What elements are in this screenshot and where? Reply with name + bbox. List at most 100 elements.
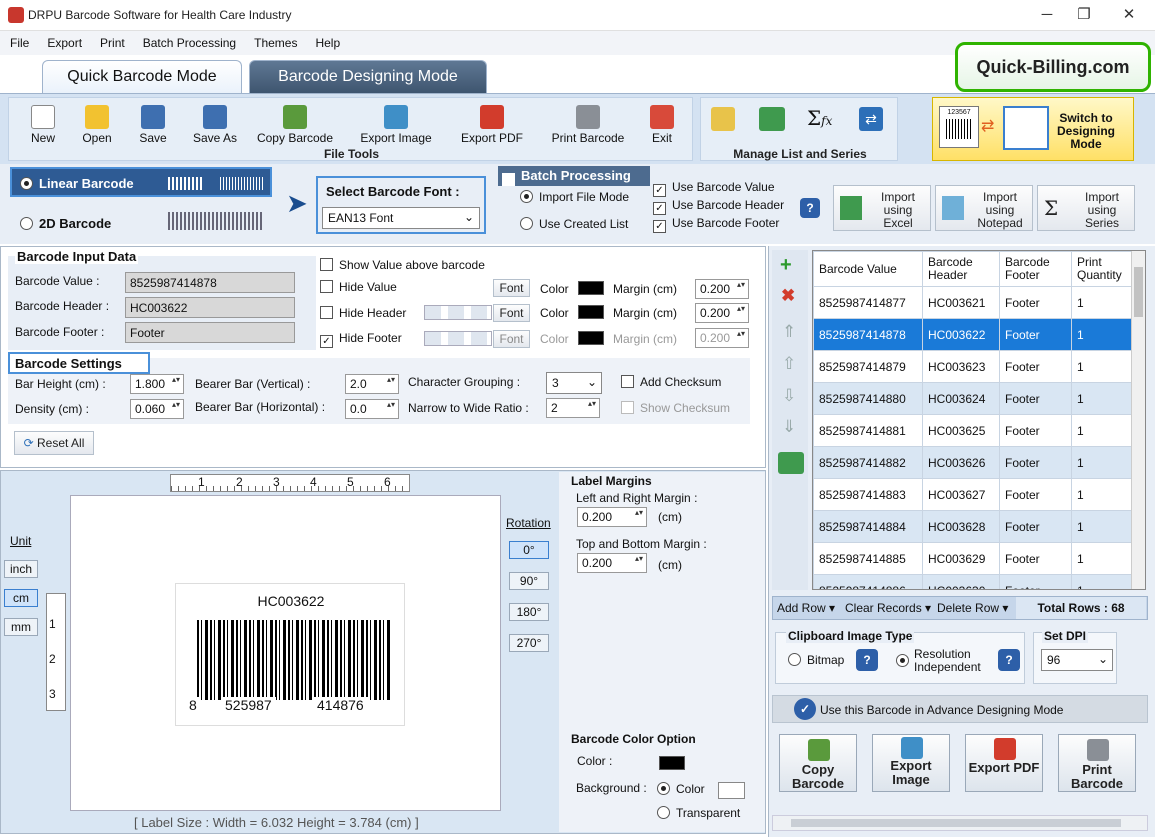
unit-inch-button[interactable]: inch <box>4 560 38 578</box>
save-button[interactable]: Save <box>131 102 175 145</box>
resolution-radio[interactable] <box>896 654 915 668</box>
save-as-button[interactable]: Save As <box>187 102 243 145</box>
char-grouping-select[interactable]: 3 ⌄ <box>546 372 602 394</box>
rotation-0-button[interactable]: 0° <box>509 541 549 559</box>
excel-list-icon[interactable] <box>759 107 785 131</box>
2d-barcode-option[interactable]: 2D Barcode <box>20 216 111 231</box>
bar-height-input[interactable]: 1.800 <box>130 374 184 394</box>
minimize-icon[interactable]: ─ <box>1032 4 1062 26</box>
export-pdf-bottom-button[interactable]: Export PDF <box>965 734 1043 792</box>
refresh-grid-icon[interactable] <box>778 452 804 474</box>
new-button[interactable]: New <box>21 102 65 145</box>
use-barcode-header-checkbox[interactable]: ✓ Use Barcode Header <box>653 198 784 215</box>
table-row[interactable]: 8525987414882 HC003626 Footer 1 <box>813 446 1133 479</box>
clear-records-menu[interactable]: Clear Records ▾ <box>845 601 931 615</box>
bearer-horizontal-input[interactable]: 0.0 <box>345 399 399 419</box>
use-barcode-footer-checkbox[interactable]: ✓ Use Barcode Footer <box>653 216 779 233</box>
header-align-icons[interactable] <box>424 305 492 320</box>
tab-barcode-designing-mode[interactable]: Barcode Designing Mode <box>249 60 487 93</box>
table-row[interactable]: 8525987414880 HC003624 Footer 1 <box>813 382 1133 415</box>
tb-margin-input[interactable]: 0.200 <box>577 553 647 573</box>
table-row[interactable]: 8525987414878 HC003622 Footer 1 <box>813 318 1133 351</box>
batch-processing-toggle[interactable]: ✓ Batch Processing <box>498 166 650 186</box>
background-color-swatch[interactable] <box>718 782 745 799</box>
dpi-select[interactable]: 96 ⌄ <box>1041 649 1113 671</box>
menu-export[interactable]: Export <box>37 31 90 50</box>
header-color-swatch[interactable] <box>578 305 604 319</box>
move-bottom-icon[interactable]: ⇓ <box>782 417 796 437</box>
rotation-270-button[interactable]: 270° <box>509 634 549 652</box>
bitmap-radio[interactable]: Bitmap <box>788 653 844 667</box>
move-up-icon[interactable]: ⇧ <box>782 354 796 374</box>
transparent-radio[interactable]: Transparent <box>657 806 740 820</box>
open-button[interactable]: Open <box>75 102 119 145</box>
footer-margin-input[interactable]: 0.200 <box>695 328 749 348</box>
reset-all-button[interactable]: ⟳ Reset All <box>14 431 94 455</box>
linear-radio[interactable] <box>20 177 33 190</box>
move-down-icon[interactable]: ⇩ <box>782 386 796 406</box>
menu-batch-processing[interactable]: Batch Processing <box>133 31 244 50</box>
unit-cm-button[interactable]: cm <box>4 589 38 607</box>
export-image-button[interactable]: Export Image <box>353 102 439 145</box>
add-checksum-checkbox[interactable]: Add Checksum <box>621 375 721 389</box>
table-row[interactable]: 8525987414886HC003630Footer1 <box>813 574 1133 589</box>
unit-mm-button[interactable]: mm <box>4 618 38 636</box>
move-top-icon[interactable]: ⇑ <box>782 322 796 342</box>
export-pdf-button[interactable]: Export PDF <box>455 102 529 145</box>
show-value-above-checkbox[interactable]: Show Value above barcode <box>320 258 485 272</box>
import-notepad-button[interactable]: Import using Notepad <box>935 185 1033 231</box>
brand-logo[interactable]: Quick-Billing.com <box>955 42 1151 92</box>
import-series-button[interactable]: Σ Import using Series <box>1037 185 1135 231</box>
header-margin-input[interactable]: 0.200 <box>695 303 749 323</box>
barcode-value-input[interactable]: 8525987414878 <box>125 272 295 293</box>
import-excel-button[interactable]: Import using Excel <box>833 185 931 231</box>
series-icon[interactable]: Σfx <box>807 106 832 130</box>
right-scrollbar[interactable] <box>772 815 1148 831</box>
col-print-quantity[interactable]: Print Quantity <box>1071 251 1133 287</box>
rotation-90-button[interactable]: 90° <box>509 572 549 590</box>
tab-quick-barcode-mode[interactable]: Quick Barcode Mode <box>42 60 242 93</box>
help-icon[interactable]: ? <box>800 198 820 218</box>
table-row[interactable]: 8525987414884 HC003628 Footer 1 <box>813 510 1133 543</box>
menu-themes[interactable]: Themes <box>244 31 305 50</box>
lr-margin-input[interactable]: 0.200 <box>577 507 647 527</box>
export-image-bottom-button[interactable]: Export Image <box>872 734 950 792</box>
bitmap-help-icon[interactable]: ? <box>856 649 878 671</box>
footer-font-button[interactable]: Font <box>493 330 530 348</box>
edit-list-icon[interactable] <box>711 107 735 131</box>
maximize-icon[interactable]: ❐ <box>1069 4 1099 26</box>
use-created-list-option[interactable]: Use Created List <box>520 217 628 231</box>
value-color-swatch[interactable] <box>578 281 604 295</box>
table-row[interactable]: 8525987414877 HC003621 Footer 1 <box>813 286 1133 319</box>
copy-barcode-bottom-button[interactable]: Copy Barcode <box>779 734 857 792</box>
table-row[interactable]: 8525987414881 HC003625 Footer 1 <box>813 414 1133 447</box>
exit-button[interactable]: Exit <box>643 102 681 145</box>
swap-icon[interactable]: ⇄ <box>859 107 883 131</box>
header-font-button[interactable]: Font <box>493 304 530 322</box>
delete-row-menu[interactable]: Delete Row ▾ <box>937 601 1008 615</box>
footer-color-swatch[interactable] <box>578 331 604 345</box>
copy-barcode-button[interactable]: Copy Barcode <box>251 102 339 145</box>
add-row-icon[interactable]: + <box>780 254 792 277</box>
bearer-vertical-input[interactable]: 2.0 <box>345 374 399 394</box>
2d-radio[interactable] <box>20 217 33 230</box>
use-barcode-value-checkbox[interactable]: ✓ Use Barcode Value <box>653 180 775 197</box>
menu-file[interactable]: File <box>0 31 37 50</box>
barcode-label[interactable]: HC003622 8 525987 414876 <box>175 583 405 726</box>
barcode-color-swatch[interactable] <box>659 756 685 770</box>
background-color-radio[interactable]: Color <box>657 782 705 796</box>
col-barcode-footer[interactable]: Barcode Footer <box>999 251 1072 287</box>
resolution-help-icon[interactable]: ? <box>998 649 1020 671</box>
delete-row-icon[interactable]: ✖ <box>781 286 795 306</box>
hide-value-checkbox[interactable]: Hide Value <box>320 280 397 294</box>
table-row[interactable]: 8525987414883 HC003627 Footer 1 <box>813 478 1133 511</box>
footer-align-icons[interactable] <box>424 331 492 346</box>
menu-print[interactable]: Print <box>90 31 133 50</box>
barcode-footer-input[interactable]: Footer <box>125 322 295 343</box>
font-select[interactable]: EAN13 Font ⌄ <box>322 207 480 229</box>
menu-help[interactable]: Help <box>305 31 348 50</box>
rotation-180-button[interactable]: 180° <box>509 603 549 621</box>
close-icon[interactable]: ✕ <box>1114 4 1144 26</box>
table-row[interactable]: 8525987414885 HC003629 Footer 1 <box>813 542 1133 575</box>
barcode-header-input[interactable]: HC003622 <box>125 297 295 318</box>
